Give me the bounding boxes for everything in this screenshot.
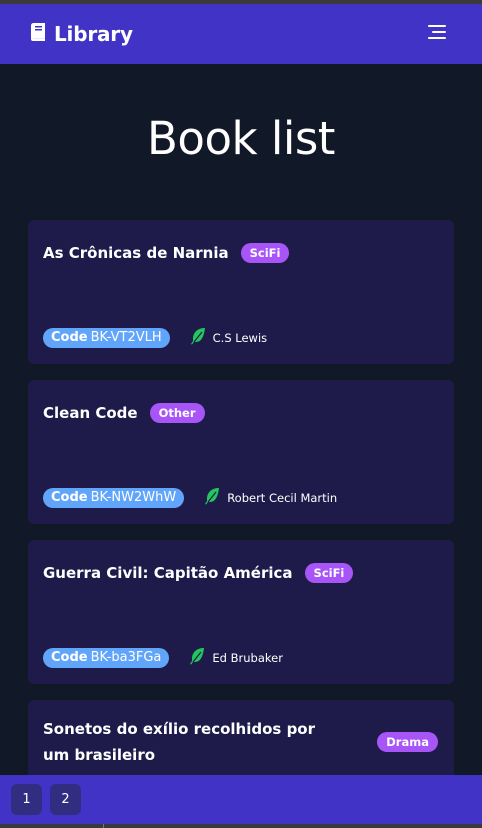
card-footer: Code BK-ba3FGa Ed Brubaker [43,647,283,668]
code-badge: Code BK-VT2VLH [43,327,170,348]
feather-icon [204,487,220,508]
book-title: Guerra Civil: Capitão América [43,564,293,582]
code-value: BK-VT2VLH [90,329,162,345]
book-icon [30,23,46,45]
brand[interactable]: Library [30,22,133,46]
page-button-2[interactable]: 2 [50,784,81,815]
feather-icon [189,647,205,668]
genre-badge: Drama [377,732,438,752]
card-header: Sonetos do exílio recolhidos por um bras… [43,716,438,768]
book-card[interactable]: Sonetos do exílio recolhidos por um bras… [28,700,454,780]
book-title: As Crônicas de Narnia [43,244,229,262]
card-footer: Code BK-NW2WhW Robert Cecil Martin [43,487,337,508]
book-title: Clean Code [43,404,138,422]
author-name: Robert Cecil Martin [227,490,338,505]
code-label: Code [51,489,88,505]
genre-badge: Other [149,403,205,423]
code-badge: Code BK-ba3FGa [43,647,170,668]
genre-badge: SciFi [304,563,354,583]
genre-badge: SciFi [240,243,290,263]
author-name: C.S Lewis [212,330,268,345]
card-header: Guerra Civil: Capitão América SciFi [43,560,438,586]
code-value: BK-NW2WhW [90,489,177,505]
book-card[interactable]: Clean Code Other Code BK-NW2WhW Robert Ce… [28,380,454,524]
page-button-1[interactable]: 1 [11,784,42,815]
card-footer: Code BK-VT2VLH C.S Lewis [43,327,267,348]
code-badge: Code BK-NW2WhW [43,487,185,508]
page-title: Book list [147,112,335,165]
book-title: Sonetos do exílio recolhidos por um bras… [43,720,316,764]
window-bottom-edge [0,824,482,828]
app-title: Library [54,22,133,46]
card-header: Clean Code Other [43,400,438,426]
author: C.S Lewis [190,327,268,348]
book-card[interactable]: Guerra Civil: Capitão América SciFi Code… [28,540,454,684]
card-header: As Crônicas de Narnia SciFi [43,240,438,266]
pagination: 1 2 [0,775,482,824]
menu-button[interactable] [428,25,448,43]
feather-icon [190,327,206,348]
book-card[interactable]: As Crônicas de Narnia SciFi Code BK-VT2VL… [28,220,454,364]
code-label: Code [51,329,88,345]
window-bottom-divider [103,824,104,828]
code-value: BK-ba3FGa [90,649,162,665]
author-name: Ed Brubaker [212,650,283,665]
menu-icon [428,24,448,44]
author: Robert Cecil Martin [204,487,337,508]
navbar: Library [0,4,482,64]
author: Ed Brubaker [189,647,283,668]
code-label: Code [51,649,88,665]
